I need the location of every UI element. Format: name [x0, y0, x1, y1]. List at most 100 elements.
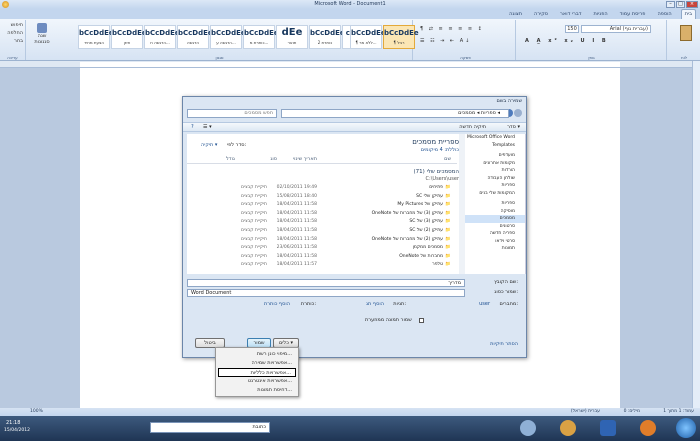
file-date: 15/08/2011 18:40 — [276, 193, 317, 199]
file-row[interactable]: 📁 OneNote עתיקן (3) של מחברות של 18/04/201… — [187, 210, 457, 218]
word-taskbar-icon[interactable] — [600, 420, 616, 436]
font-name-field[interactable]: Arial (עברית גוף) — [581, 25, 651, 33]
minimize-button[interactable]: – — [666, 1, 675, 8]
select-button[interactable]: בחר — [14, 38, 23, 44]
page-count[interactable]: עמוד: 1 מתוך 1 — [663, 408, 694, 416]
title-value[interactable]: הוסף כותרת — [264, 301, 290, 309]
tab-layout[interactable]: פריסת עמוד — [617, 9, 649, 19]
thumbnail-checkbox[interactable] — [419, 318, 424, 323]
nav-item-selected[interactable]: מסמכים — [465, 215, 525, 223]
word-count[interactable]: מילים: 0 — [624, 408, 640, 416]
nav-item[interactable]: הורדות — [465, 167, 525, 175]
file-row[interactable]: 📁 SC עתיקן (3) של 18/04/2011 11:58 תיקיית ק… — [187, 218, 457, 226]
menu-map-drive[interactable]: מיפוי כונן רשת... — [218, 350, 296, 359]
file-row[interactable]: 📁 מסמכים ממקמן 23/06/2011 11:58 תיקיית קבצי… — [187, 244, 457, 252]
vertical-scrollbar[interactable] — [692, 61, 700, 411]
style-emphasis[interactable]: bCcDdEe הדגשה — [177, 25, 213, 49]
menu-web-options[interactable]: אפשרויות אינטרנט... — [218, 377, 296, 386]
tab-references[interactable]: הפניות — [590, 9, 610, 19]
file-row[interactable]: 📁 My Pictures עתיקן של 18/04/2011 11:58 תיק… — [187, 201, 457, 209]
file-name: פתיחים — [429, 185, 443, 190]
style-intense-emphasis[interactable]: bCcDdEe הדגשה ח... — [144, 25, 180, 49]
organize-button[interactable]: סדר ▾ — [507, 123, 520, 132]
tab-home[interactable]: בית — [680, 9, 696, 19]
address-toolbar[interactable]: כתובת — [150, 422, 270, 433]
tags-value[interactable]: הוסף תג — [366, 301, 384, 309]
font-format-tools[interactable]: A A̲ x² x₂ U I B — [525, 38, 609, 44]
forward-icon[interactable] — [514, 109, 522, 117]
paste-icon[interactable] — [680, 25, 692, 41]
nav-item[interactable]: מקומות אחרונים — [465, 160, 525, 168]
file-row[interactable]: 📁 פתיחים 02/10/2011 19:49 תיקיית קבצים — [187, 184, 457, 192]
taskbar-app-icon[interactable] — [520, 420, 536, 436]
language[interactable]: עברית (ישראל) — [571, 408, 600, 416]
style-title[interactable]: dEe תואר — [276, 25, 308, 49]
file-row[interactable]: 📁 SC עתיקן שלי 15/08/2011 18:40 תיקיית קבצי… — [187, 193, 457, 201]
file-row[interactable]: 📁 טלפר 18/04/2011 11:57 תיקיית קבצים — [187, 261, 457, 269]
search-input[interactable]: חפש מסמכים — [187, 109, 277, 118]
authors-value[interactable]: user — [479, 301, 490, 309]
zoom-level[interactable]: 100% — [30, 408, 43, 416]
nav-item[interactable]: סרטונים — [465, 223, 525, 231]
tab-view[interactable]: תצוגה — [506, 9, 525, 19]
address-bar[interactable]: ספריות ◂ מסמכים ◂ — [281, 109, 509, 118]
nav-item[interactable]: המקומות שלי בנים — [465, 190, 525, 198]
nav-item[interactable]: Microsoft Office Word — [465, 134, 525, 142]
savetype-label: שמור כסוג: — [494, 289, 518, 295]
menu-general-options[interactable]: אפשרויות כלליות... — [218, 368, 296, 377]
savetype-select[interactable]: Word Document — [187, 289, 465, 297]
style-normal[interactable]: bCcDdEe ¶ רגיל — [383, 25, 419, 49]
filename-input[interactable]: מדריך — [187, 279, 465, 287]
nav-item[interactable]: תמונות — [465, 245, 525, 253]
file-row[interactable]: 📁 OneNote מחברות של 18/04/2011 11:58 תיקיית… — [187, 253, 457, 261]
nav-item[interactable]: מועדפים — [465, 152, 525, 160]
file-type: תיקיית קבצים — [240, 185, 267, 190]
find-button[interactable]: חיפוש — [11, 22, 23, 28]
file-date: 02/10/2011 19:49 — [276, 185, 317, 190]
style-heading2[interactable]: bCcDdEe כותרת 2 — [309, 25, 345, 49]
col-date[interactable]: תאריך שינוי — [293, 156, 317, 162]
taskbar-app-icon[interactable] — [560, 420, 576, 436]
nav-item[interactable]: ספריה חדשה — [465, 230, 525, 238]
replace-button[interactable]: החלפה — [7, 30, 23, 36]
office-button-icon[interactable] — [2, 1, 9, 8]
style-quote[interactable]: bCcDdEe הצעת מחיר — [78, 25, 114, 49]
tab-review[interactable]: סקירה — [531, 9, 551, 19]
change-styles-button[interactable]: שנה סגנונות — [30, 23, 54, 45]
file-row[interactable]: 📁 SC עתיקן (2) של 18/04/2011 11:58 תיקיית ק… — [187, 227, 457, 235]
tab-insert[interactable]: הוספה — [654, 9, 674, 19]
nav-item[interactable]: סרטי וידאו — [465, 238, 525, 246]
nav-item[interactable]: מוסיקה — [465, 208, 525, 216]
arrange-dropdown[interactable]: תיקיה ▾ — [201, 142, 217, 148]
file-row[interactable]: 📁 OneNote עתיקן (2) של מחברות של 18/04/201… — [187, 236, 457, 244]
nav-item[interactable]: ספריות — [465, 200, 525, 208]
library-locations[interactable]: כוללת: 4 מיקומים — [421, 147, 459, 153]
hide-folders-toggle[interactable]: הסתר תיקיות — [490, 341, 518, 349]
font-size-field[interactable]: 150 — [565, 25, 579, 33]
help-icon[interactable]: ? — [191, 123, 194, 132]
firefox-icon[interactable] — [640, 420, 656, 436]
style-subtitle[interactable]: bCcDdEe כותרת מ... — [243, 25, 279, 49]
menu-save-options[interactable]: אפשרויות שמירה... — [218, 359, 296, 368]
new-folder-button[interactable]: תיקיה חדשה — [459, 123, 486, 132]
nav-item[interactable]: שולחן העבודה — [465, 175, 525, 183]
nav-item[interactable]: Templates — [465, 142, 525, 150]
list-tools[interactable]: ☰ ☷ ⇥ ⇤ A↓ — [420, 38, 471, 44]
file-name: OneNote עתיקן (2) של מחברות של — [371, 236, 443, 242]
list-scrollbar[interactable] — [459, 134, 465, 274]
tab-mailings[interactable]: דברי דואר — [557, 9, 584, 19]
maximize-button[interactable]: □ — [676, 1, 685, 8]
menu-compress-pictures[interactable]: דחיסת תמונות... — [218, 386, 296, 395]
style-strong[interactable]: bCcDdEe חזק — [111, 25, 147, 49]
col-size[interactable]: גודל — [226, 156, 235, 162]
col-type[interactable]: סוג — [270, 156, 277, 162]
col-name[interactable]: שם — [444, 156, 451, 162]
left-margin — [0, 68, 80, 408]
view-icon[interactable]: ☰ ▾ — [203, 123, 212, 132]
nav-item[interactable]: ספריות — [465, 182, 525, 190]
paragraph-tools[interactable]: ¶ ⇄ ≡ ≡ ≡ ≡ ↕ — [420, 26, 484, 32]
start-button-icon[interactable] — [676, 418, 696, 438]
style-no-spacing[interactable]: bCcDdEe ¶ ללא מר... — [350, 25, 386, 49]
style-subtle-emphasis[interactable]: bCcDdEe הדגשה ע... — [210, 25, 246, 49]
close-button[interactable]: × — [686, 1, 698, 8]
